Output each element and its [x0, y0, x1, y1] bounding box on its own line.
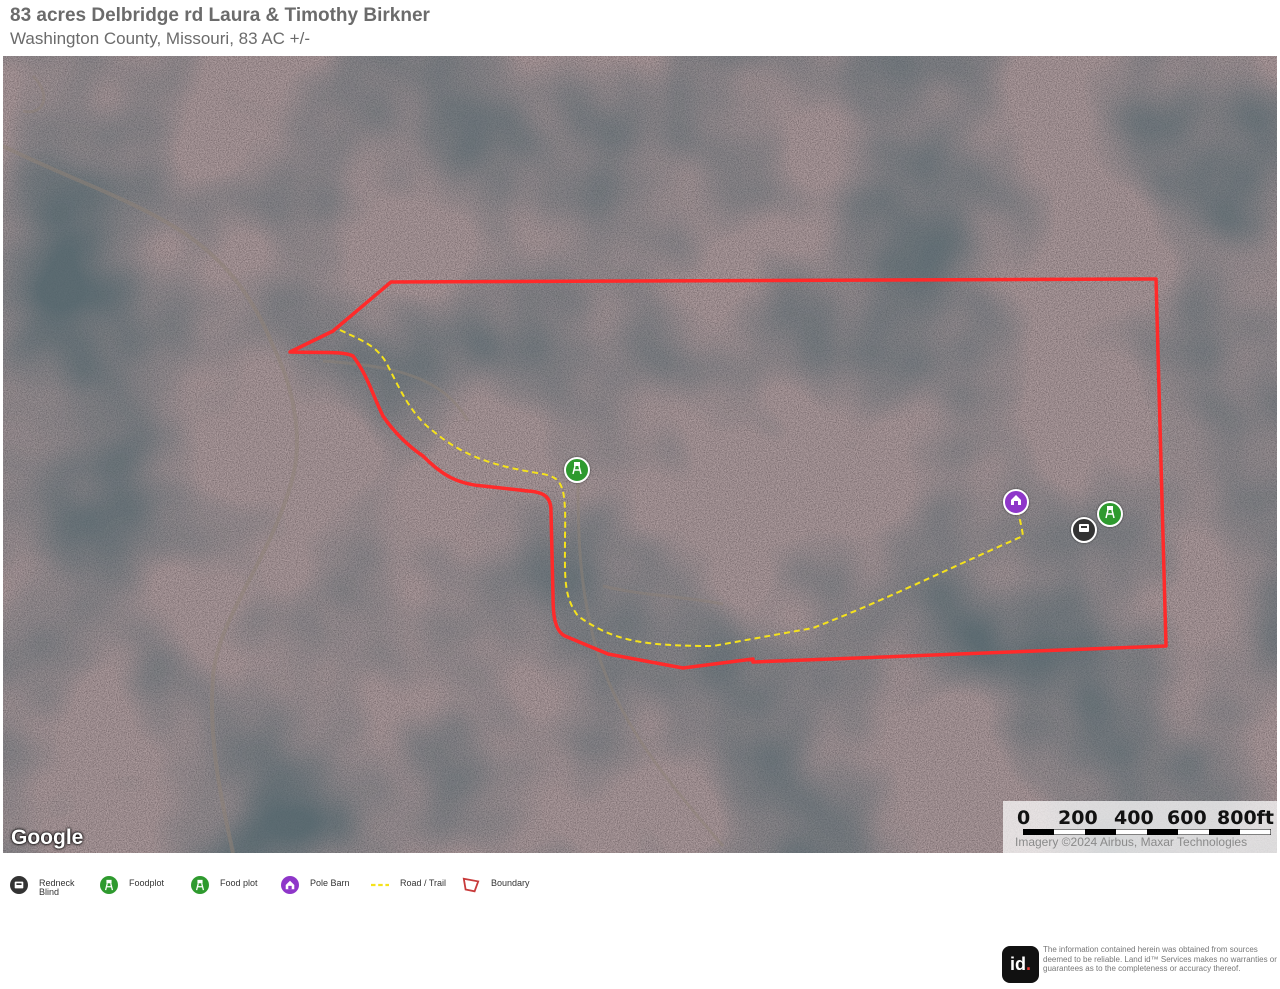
map-legend: Redneck Blind Foodplot Food plot Pole Ba… [0, 870, 700, 910]
scale-label: 400 [1114, 807, 1154, 829]
legend-label: Foodplot [129, 878, 165, 888]
barn-icon [1009, 493, 1023, 512]
legend-label: Road / Trail [400, 878, 447, 888]
map-attribution: Imagery ©2024 Airbus, Maxar Technologies [1015, 835, 1248, 849]
legend-label: Boundary [491, 878, 530, 888]
boundary-polygon-icon [462, 876, 480, 894]
tree-stand-icon [191, 876, 209, 894]
tree-stand-icon [100, 876, 118, 894]
blind-icon [1077, 521, 1091, 540]
legend-label: Redneck Blind [39, 878, 75, 897]
satellite-map[interactable]: Google 0 200 400 600 800ft Imagery ©2024… [3, 56, 1277, 853]
food-plot-marker[interactable] [1097, 501, 1123, 527]
legend-label: Pole Barn [310, 878, 350, 888]
pole-barn-marker[interactable] [1003, 489, 1029, 515]
landid-logo: id. [1002, 946, 1039, 983]
blind-icon [10, 876, 28, 894]
scale-label: 800ft [1217, 807, 1275, 829]
dashed-line-icon [371, 876, 389, 894]
tree-stand-icon [1103, 505, 1117, 524]
redneck-blind-marker[interactable] [1071, 517, 1097, 543]
scale-label: 200 [1058, 807, 1098, 829]
foodplot-marker[interactable] [564, 457, 590, 483]
page-title: 83 acres Delbridge rd Laura & Timothy Bi… [10, 5, 430, 26]
google-logo: Google [11, 826, 84, 849]
page-subtitle: Washington County, Missouri, 83 AC +/- [10, 29, 310, 48]
barn-icon [281, 876, 299, 894]
tree-stand-icon [570, 461, 584, 480]
disclaimer: The information contained herein was obt… [1043, 945, 1277, 973]
legend-label: Food plot [220, 878, 258, 888]
satellite-imagery [3, 56, 1277, 853]
map-scale: 0 200 400 600 800ft Imagery ©2024 Airbus… [1003, 801, 1277, 853]
scale-label: 0 [1017, 807, 1031, 829]
scale-label: 600 [1167, 807, 1207, 829]
